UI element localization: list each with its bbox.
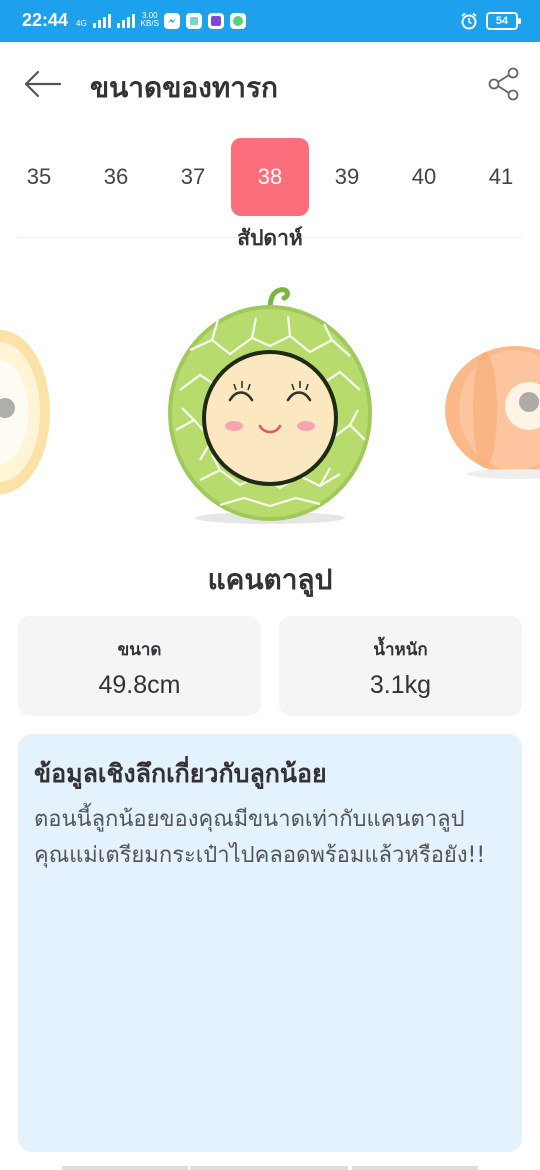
baby-insight-card: ข้อมูลเชิงลึกเกี่ยวกับลูกน้อย ตอนนี้ลูกน…: [18, 734, 522, 1152]
game-app-icon: [230, 13, 246, 29]
network-indicators: 4G 3.00 KB/S: [76, 12, 159, 28]
network-type-label: 4G: [76, 19, 87, 28]
weight-value: 3.1kg: [369, 671, 432, 699]
size-card: ขนาด 49.8cm: [18, 616, 261, 716]
week-item-36[interactable]: 36: [77, 138, 155, 216]
week-item-35[interactable]: 35: [0, 138, 78, 216]
week-item-38-selected[interactable]: 38: [231, 138, 309, 216]
fruit-name: แคนตาลูป: [207, 563, 333, 596]
bottom-indicator-2: [190, 1166, 348, 1170]
battery-icon: 54: [486, 12, 521, 30]
weight-label: น้ำหนัก: [373, 640, 428, 660]
status-time: 22:44: [22, 10, 69, 30]
size-label: ขนาด: [117, 640, 162, 660]
status-bar: 22:44 4G 3.00 KB/S 54: [0, 0, 540, 42]
week-item-41[interactable]: 41: [462, 138, 540, 216]
signal-icon: [92, 12, 111, 28]
alarm-icon: [461, 12, 477, 30]
week-unit-label: สัปดาห์: [237, 226, 303, 250]
week-selector: 35 36 37 38 39 40 41: [0, 138, 540, 216]
previous-fruit-image[interactable]: [0, 322, 55, 502]
page-title: ขนาดของทารก: [90, 71, 278, 104]
bottom-indicator-3: [352, 1166, 478, 1170]
notification-icons: [164, 13, 246, 29]
media-app-icon: [208, 13, 224, 29]
arrow-left-icon[interactable]: [22, 66, 62, 102]
size-value: 49.8cm: [98, 671, 181, 699]
fruit-carousel[interactable]: [0, 272, 540, 534]
bottom-indicator-1: [62, 1166, 188, 1170]
share-icon[interactable]: [486, 66, 522, 102]
status-right: 54: [460, 12, 521, 30]
app-header: ขนาดของทารก: [0, 42, 540, 128]
week-item-40[interactable]: 40: [385, 138, 463, 216]
network-speed: 3.00 KB/S: [141, 12, 159, 28]
network-speed-unit: KB/S: [140, 19, 159, 28]
cantaloupe-image: [168, 287, 372, 524]
notes-app-icon: [186, 13, 202, 29]
messenger-icon: [164, 13, 180, 29]
week-item-39[interactable]: 39: [308, 138, 386, 216]
next-fruit-image[interactable]: [445, 344, 540, 484]
insight-title: ข้อมูลเชิงลึกเกี่ยวกับลูกน้อย: [34, 759, 327, 788]
insight-body: ตอนนี้ลูกน้อยของคุณมีขนาดเท่ากับแคนตาลูป…: [34, 807, 486, 868]
week-item-37[interactable]: 37: [154, 138, 232, 216]
weight-card: น้ำหนัก 3.1kg: [279, 616, 522, 716]
signal-icon-2: [116, 12, 135, 28]
